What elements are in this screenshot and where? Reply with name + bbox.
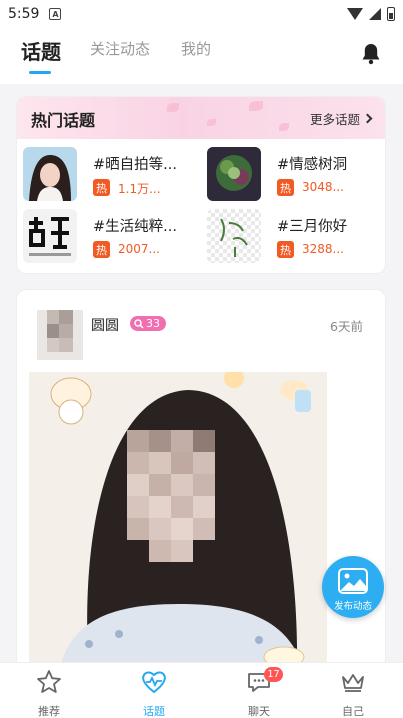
petal-decoration xyxy=(167,103,179,112)
star-icon xyxy=(37,670,61,693)
petal-decoration xyxy=(249,101,263,111)
chat-unread-badge: 17 xyxy=(264,667,283,682)
nav-self-label: 自己 xyxy=(342,705,364,718)
nav-chat[interactable]: 17 聊天 xyxy=(229,667,289,718)
publish-post-label: 发布动态 xyxy=(333,601,372,612)
nav-recommend[interactable]: 推荐 xyxy=(19,669,79,718)
bottom-nav: 推荐 话题 17 聊天 自己 xyxy=(0,662,403,718)
chevron-right-icon xyxy=(362,113,373,124)
avatar[interactable] xyxy=(37,310,83,360)
topic-count: 3288... xyxy=(302,242,344,256)
topic-name: #晒自拍等... xyxy=(93,157,177,173)
hot-badge: 热 xyxy=(277,241,294,258)
nav-recommend-label: 推荐 xyxy=(38,705,60,718)
crown-icon xyxy=(342,674,364,692)
wifi-icon xyxy=(347,8,363,20)
status-time: 5:59 xyxy=(8,6,40,22)
topic-item-pure-life[interactable]: #生活纯粹... 热 2007... xyxy=(23,209,203,263)
topic-item-emotion[interactable]: #情感树洞 热 3048... xyxy=(207,147,385,201)
nav-self[interactable]: 自己 xyxy=(323,669,383,718)
nav-topics-label: 话题 xyxy=(143,705,165,718)
hot-badge: 热 xyxy=(93,179,110,196)
signal-icon xyxy=(369,8,381,20)
more-topics-link[interactable]: 更多话题 xyxy=(309,109,373,128)
hot-badge: 热 xyxy=(277,179,294,196)
topic-count: 3048... xyxy=(302,180,344,194)
level-badge: 33 xyxy=(130,316,166,331)
status-bar: 5:59 A xyxy=(0,0,403,28)
topic-thumbnail xyxy=(207,209,261,263)
post-card[interactable]: 圆圆 33 6天前 xyxy=(16,289,386,669)
more-topics-label: 更多话题 xyxy=(309,112,360,127)
topic-count: 2007... xyxy=(118,242,160,256)
topic-item-hello-march[interactable]: #三月你好 热 3288... xyxy=(207,209,385,263)
petal-decoration xyxy=(279,123,289,131)
petal-decoration xyxy=(207,119,216,126)
topic-thumbnail xyxy=(207,147,261,201)
hot-topics-header: 热门话题 更多话题 xyxy=(17,97,385,139)
heart-icon xyxy=(142,671,166,694)
topic-item-selfie[interactable]: #晒自拍等... 热 1.1万... xyxy=(23,147,203,201)
tab-following[interactable]: 关注动态 xyxy=(90,38,150,59)
notification-icon: A xyxy=(49,8,62,20)
post-time: 6天前 xyxy=(330,319,363,334)
post-username[interactable]: 圆圆 xyxy=(91,315,119,335)
bell-icon[interactable] xyxy=(359,42,383,66)
level-value: 33 xyxy=(146,317,160,330)
hot-topics-card: 热门话题 更多话题 #晒自拍等... 热 1.1万... #情感树洞 热 304… xyxy=(16,96,386,274)
topic-name: #生活纯粹... xyxy=(93,219,177,235)
topic-count: 1.1万... xyxy=(118,182,161,196)
topic-name: #情感树洞 xyxy=(277,157,348,173)
nav-topics[interactable]: 话题 xyxy=(124,669,184,718)
search-icon xyxy=(134,318,144,329)
publish-post-button[interactable]: 发布动态 xyxy=(322,556,384,618)
tab-active-indicator xyxy=(29,71,51,74)
hot-badge: 热 xyxy=(93,241,110,258)
nav-chat-label: 聊天 xyxy=(248,705,270,718)
topic-name: #三月你好 xyxy=(277,219,348,235)
tab-topics[interactable]: 话题 xyxy=(21,36,61,65)
post-image[interactable] xyxy=(29,372,327,668)
status-indicators xyxy=(347,7,395,21)
hot-topics-title: 热门话题 xyxy=(31,111,96,130)
topic-thumbnail xyxy=(23,147,77,201)
top-tab-bar: 话题 关注动态 我的 xyxy=(0,28,403,84)
topic-thumbnail xyxy=(23,209,77,263)
tab-mine[interactable]: 我的 xyxy=(181,38,211,59)
battery-icon xyxy=(387,7,395,21)
image-icon xyxy=(338,568,368,594)
